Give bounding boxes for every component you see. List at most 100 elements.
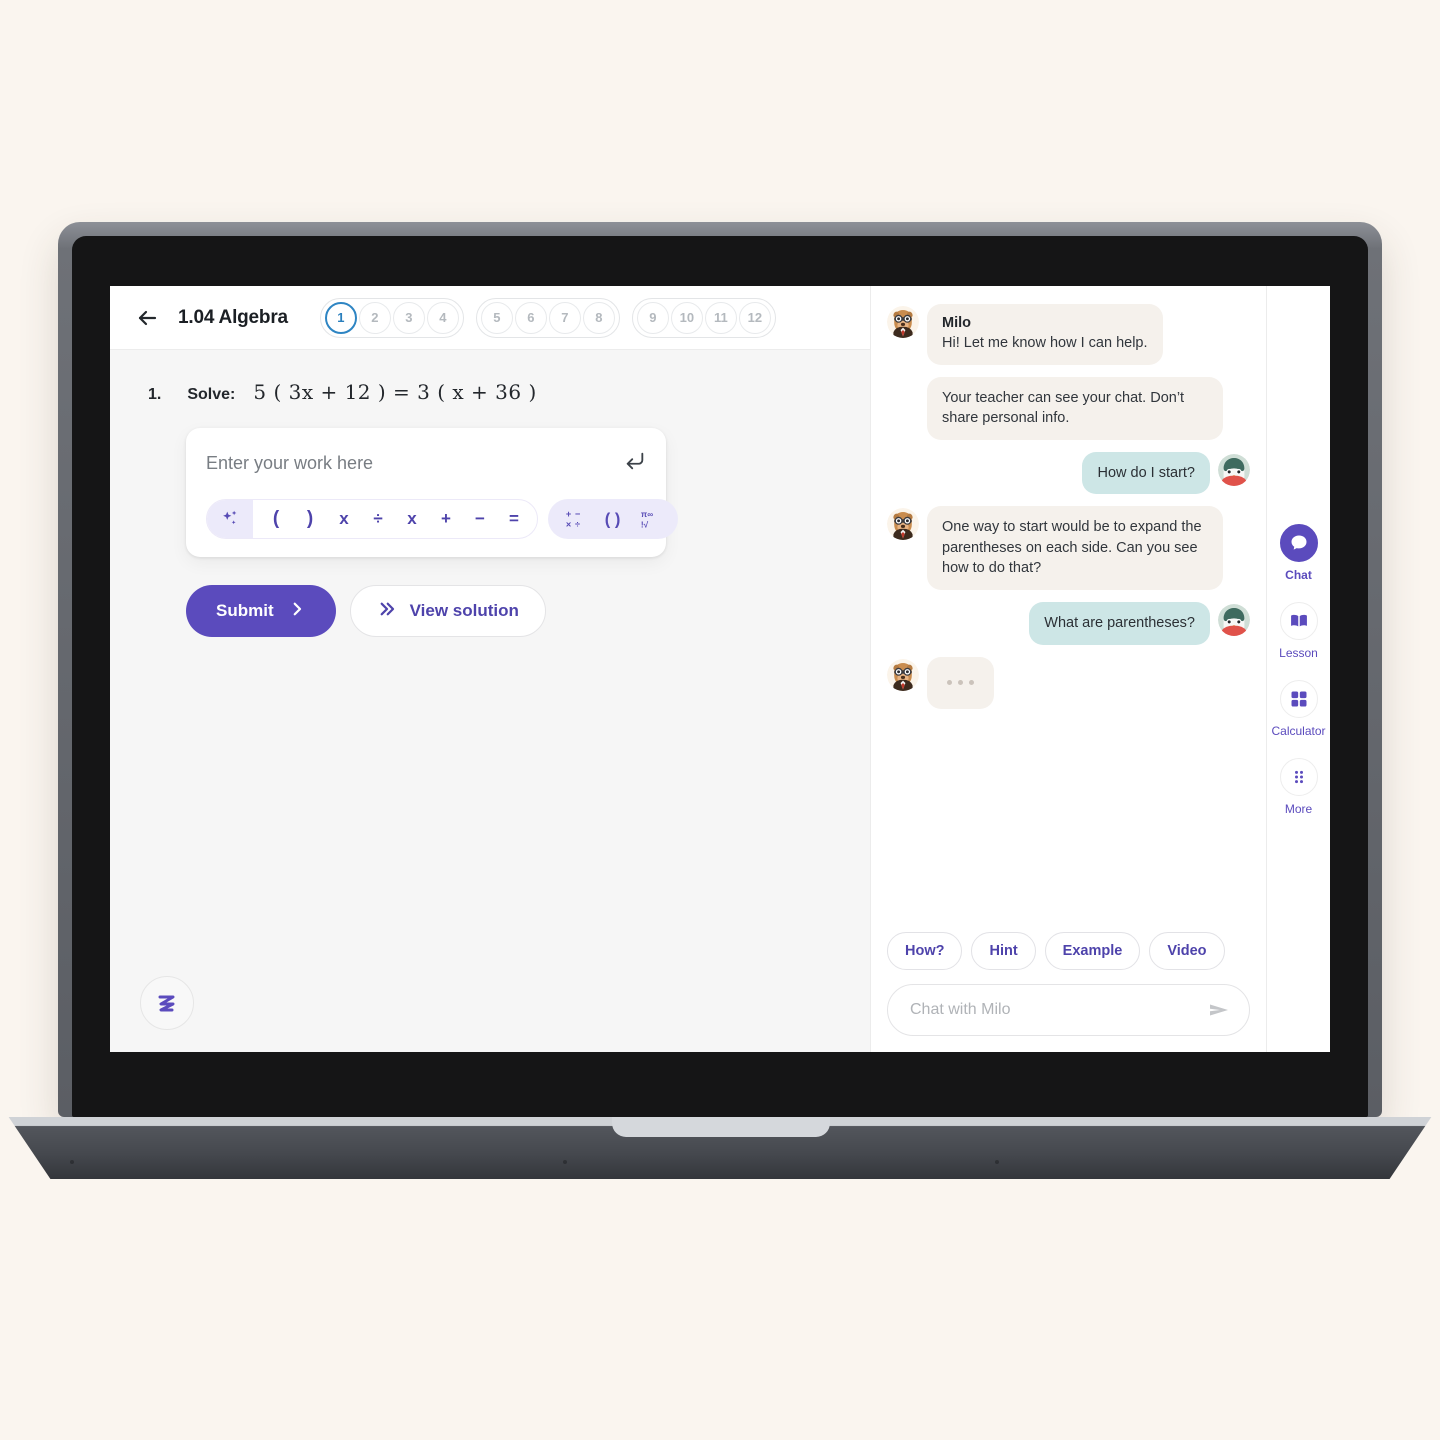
work-header: 1.04 Algebra 1 2 3 4 5 6 7 8 9 10 11 12 xyxy=(110,286,870,350)
rail-item-calculator[interactable]: Calculator xyxy=(1267,680,1330,738)
operator-button-4[interactable]: x xyxy=(395,500,429,538)
laptop-foot-dot xyxy=(70,1160,74,1164)
parentheses-icon[interactable]: ( ) xyxy=(596,502,630,536)
pager-pill-5[interactable]: 5 xyxy=(480,301,513,334)
chat-bubble: One way to start would be to expand the … xyxy=(927,506,1223,591)
chat-message-bot: One way to start would be to expand the … xyxy=(887,506,1250,591)
question-prompt: Solve: xyxy=(187,386,236,403)
chat-bubble-icon[interactable] xyxy=(1279,524,1318,562)
answer-input-placeholder[interactable]: Enter your work here xyxy=(206,453,373,474)
pager-pill-3[interactable]: 3 xyxy=(392,301,425,334)
view-solution-label: View solution xyxy=(409,601,519,620)
rail-item-label: Chat xyxy=(1285,568,1312,582)
work-body: 1. Solve: 5 ( 3x + 12 ) = 3 ( x + 36 ) E… xyxy=(110,350,870,1052)
quick-chip-hint[interactable]: Hint xyxy=(971,932,1036,970)
rail-item-label: More xyxy=(1284,802,1313,816)
app-window: 1.04 Algebra 1 2 3 4 5 6 7 8 9 10 11 12 1. Solve: 5… xyxy=(110,286,1330,1052)
svg-text:π∞: π∞ xyxy=(641,510,653,519)
chat-message-user: What are parentheses? xyxy=(887,602,1250,645)
pager-pill-8[interactable]: 8 xyxy=(582,301,615,334)
work-pane: 1.04 Algebra 1 2 3 4 5 6 7 8 9 10 11 12 1. Solve: 5… xyxy=(110,286,870,1052)
operator-button-2[interactable]: x xyxy=(327,500,361,538)
answer-card: Enter your work here () x ÷ x + − = + −… xyxy=(186,428,678,557)
chat-pane: Milo Hi! Let me know how I can help. Your … xyxy=(870,286,1266,1052)
chat-message-text: Your teacher can see your chat. Don’t sh… xyxy=(942,389,1185,427)
chat-bubble: How do I start? xyxy=(1082,451,1210,495)
svg-text:( ): ( ) xyxy=(605,511,621,529)
chat-input[interactable] xyxy=(910,1001,1207,1019)
milo-avatar xyxy=(887,659,919,691)
submit-button[interactable]: Submit xyxy=(186,585,336,637)
chat-message-notice: Your teacher can see your chat. Don’t sh… xyxy=(887,376,1250,440)
basic-operations-icon[interactable]: + − × ÷ xyxy=(558,502,592,536)
svg-text:!√: !√ xyxy=(641,520,649,529)
submit-button-label: Submit xyxy=(216,601,274,620)
quick-chip-video[interactable]: Video xyxy=(1149,932,1225,970)
rail-item-label: Lesson xyxy=(1279,646,1318,660)
send-icon[interactable] xyxy=(1207,998,1231,1022)
laptop-foot-dot xyxy=(563,1160,567,1164)
pager-pill-1[interactable]: 1 xyxy=(324,301,357,334)
double-chevron-right-icon xyxy=(377,600,397,623)
chat-sender-name: Milo xyxy=(942,315,971,331)
operator-button-6[interactable]: − xyxy=(463,500,497,538)
svg-text:×: × xyxy=(566,519,571,529)
svg-text:−: − xyxy=(575,509,580,519)
math-operator-bar: () x ÷ x + − = xyxy=(206,499,538,539)
pager-pill-2[interactable]: 2 xyxy=(358,301,391,334)
rail-item-lesson[interactable]: Lesson xyxy=(1267,602,1330,660)
pager-pill-4[interactable]: 4 xyxy=(426,301,459,334)
operator-list: () x ÷ x + − = xyxy=(253,500,537,538)
chat-bubble: Your teacher can see your chat. Don’t sh… xyxy=(927,376,1223,440)
answer-input-row[interactable]: Enter your work here xyxy=(206,450,646,477)
pager-pill-12[interactable]: 12 xyxy=(738,301,771,334)
operator-button-3[interactable]: ÷ xyxy=(361,500,395,538)
calculator-grid-icon[interactable] xyxy=(1279,680,1318,718)
chat-input-bar[interactable] xyxy=(887,984,1250,1036)
pager-pill-11[interactable]: 11 xyxy=(704,301,737,334)
pager-group-3: 9 10 11 12 xyxy=(631,297,776,338)
pager-pill-7[interactable]: 7 xyxy=(548,301,581,334)
quick-chip-how[interactable]: How? xyxy=(887,932,963,970)
milo-avatar xyxy=(887,306,919,338)
book-icon[interactable] xyxy=(1279,602,1318,640)
rail-item-chat[interactable]: Chat xyxy=(1267,524,1330,582)
quick-reply-chips: How? Hint Example Video xyxy=(887,932,1250,970)
laptop-foot-dot xyxy=(995,1160,999,1164)
math-group-bar: + − × ÷ ( ) π∞ !√ xyxy=(548,499,678,539)
student-avatar xyxy=(1218,454,1250,486)
more-dots-icon[interactable] xyxy=(1279,758,1318,796)
back-button[interactable] xyxy=(132,303,162,333)
page-title: 1.04 Algebra xyxy=(178,306,288,328)
chat-message-text: How do I start? xyxy=(1097,464,1195,481)
enter-key-icon[interactable] xyxy=(624,450,646,477)
chat-bubble: What are parentheses? xyxy=(1029,602,1210,645)
view-solution-button[interactable]: View solution xyxy=(349,585,546,637)
tool-rail: Chat Lesson Calculator More xyxy=(1266,286,1330,1052)
operator-button-7[interactable]: = xyxy=(497,500,531,538)
chat-message-user: How do I start? xyxy=(887,451,1250,495)
operator-button-0[interactable]: ( xyxy=(259,500,293,538)
pager-pill-10[interactable]: 10 xyxy=(670,301,703,334)
operator-button-5[interactable]: + xyxy=(429,500,463,538)
pager-group-1: 1234 xyxy=(319,297,464,338)
sparkles-icon[interactable] xyxy=(207,500,253,538)
advanced-symbols-icon[interactable]: π∞ !√ xyxy=(634,502,668,536)
svg-text:÷: ÷ xyxy=(575,519,580,529)
rail-item-more[interactable]: More xyxy=(1267,758,1330,816)
milo-avatar xyxy=(887,508,919,540)
squiggle-logo-icon[interactable] xyxy=(140,976,194,1030)
chat-message-typing xyxy=(887,656,1250,709)
operator-button-1[interactable]: ) xyxy=(293,500,327,538)
question-equation: 5 ( 3x + 12 ) = 3 ( x + 36 ) xyxy=(253,380,537,404)
svg-text:+: + xyxy=(566,509,571,519)
chevron-right-icon xyxy=(288,600,306,623)
quick-chip-example[interactable]: Example xyxy=(1044,932,1141,970)
pager-group-2: 5678 xyxy=(475,297,620,338)
question-line: 1. Solve: 5 ( 3x + 12 ) = 3 ( x + 36 ) xyxy=(148,380,844,404)
question-number: 1. xyxy=(148,386,162,403)
chat-bubble: Milo Hi! Let me know how I can help. xyxy=(927,304,1163,365)
pager-pill-9[interactable]: 9 xyxy=(636,301,669,334)
student-avatar xyxy=(1218,604,1250,636)
pager-pill-6[interactable]: 6 xyxy=(514,301,547,334)
